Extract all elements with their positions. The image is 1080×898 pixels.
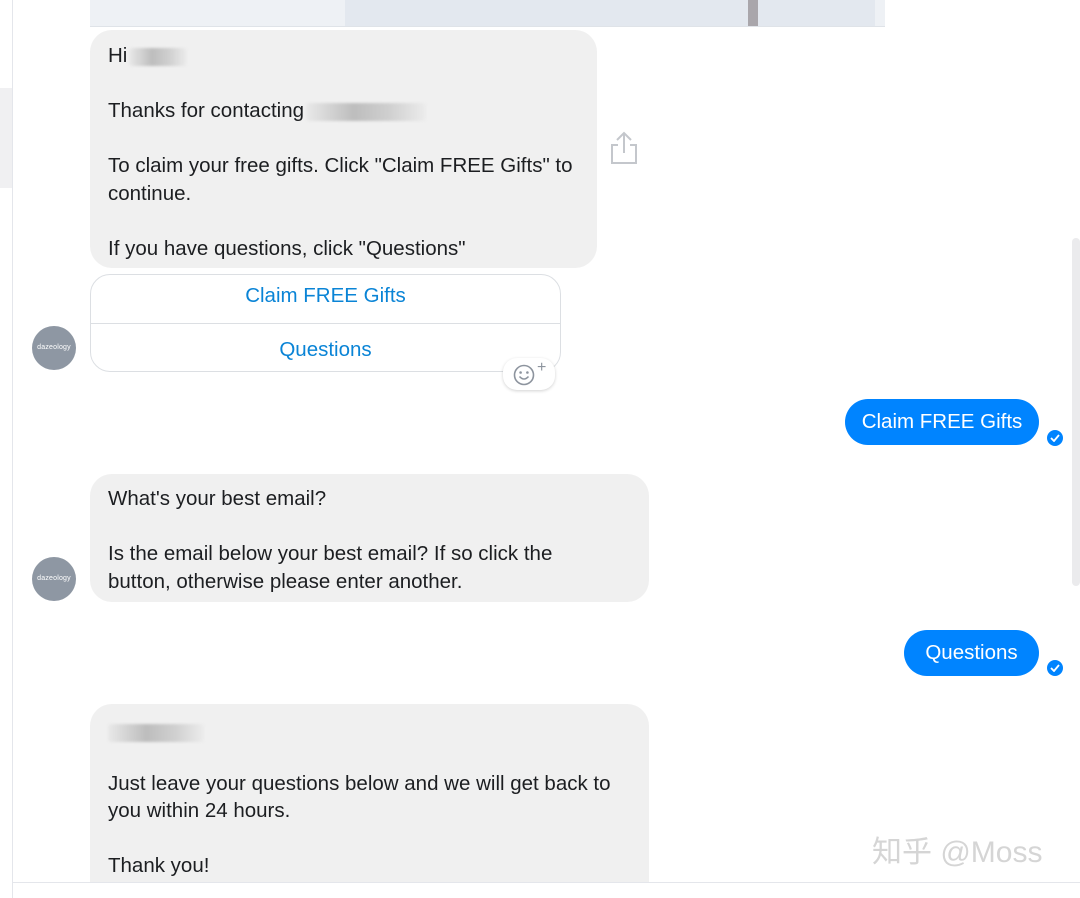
bot-message-email: What's your best email? Is the email bel… — [90, 474, 649, 602]
delivered-check-icon — [1047, 660, 1063, 676]
redacted-brand — [306, 102, 426, 121]
questions-instruction: If you have questions, click "Questions" — [108, 236, 466, 260]
image-content — [345, 0, 875, 26]
avatar[interactable]: dazeology — [32, 557, 76, 601]
questions-button[interactable]: Questions — [91, 323, 560, 371]
left-panel-edge — [0, 88, 12, 188]
left-border — [12, 0, 13, 898]
avatar[interactable]: dazeology — [32, 326, 76, 370]
add-reaction-button[interactable]: + — [503, 358, 555, 390]
share-icon[interactable] — [609, 130, 639, 166]
bot-message-welcome: Hi Thanks for contacting To claim your f… — [90, 30, 597, 268]
bot-message-questions-reply: Just leave your questions below and we w… — [90, 704, 649, 882]
claim-instruction: To claim your free gifts. Click "Claim F… — [108, 154, 573, 205]
redacted-greeting — [108, 723, 204, 742]
claim-free-gifts-button[interactable]: Claim FREE Gifts — [91, 275, 560, 323]
delivered-check-icon — [1047, 430, 1063, 446]
composer-divider — [12, 882, 1080, 883]
greeting-text: Hi — [108, 44, 128, 67]
scrollbar[interactable] — [1072, 238, 1080, 586]
user-message-questions: Questions — [904, 630, 1039, 676]
plus-icon: + — [537, 359, 547, 376]
thank-you-text: Thank you! — [108, 854, 210, 877]
image-content-detail — [748, 0, 758, 26]
watermark: 知乎 @Moss — [872, 836, 1043, 869]
questions-reply-text: Just leave your questions below and we w… — [108, 771, 611, 823]
quick-replies-card: Claim FREE Gifts Questions — [90, 274, 561, 372]
thanks-text: Thanks for contacting — [108, 99, 304, 122]
redacted-name — [129, 47, 188, 66]
email-confirm-text: Is the email below your best email? If s… — [108, 542, 553, 593]
add-reaction-icon — [513, 364, 535, 386]
user-message-claim: Claim FREE Gifts — [845, 399, 1039, 445]
shared-image-preview[interactable] — [90, 0, 885, 27]
email-question: What's your best email? — [108, 487, 327, 510]
